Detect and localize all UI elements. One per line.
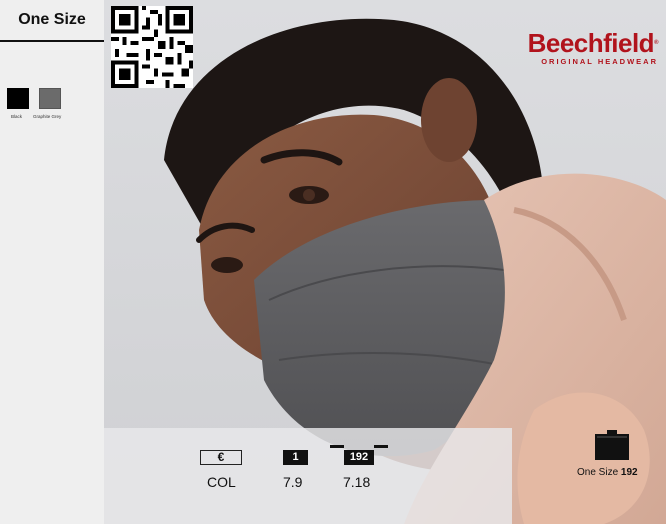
colour-swatch-black[interactable]: [7, 88, 29, 109]
brand-name: Beechfield: [527, 28, 655, 58]
carton-quantity: 192: [620, 467, 638, 478]
registered-mark: ®: [654, 40, 658, 46]
carton-info: One Size 192: [577, 467, 638, 478]
price-2: 7.18: [343, 474, 371, 490]
carton-bracket-right: [374, 445, 388, 448]
brand-tagline: ORIGINAL HEADWEAR: [541, 57, 658, 66]
colour-label-graphite-grey: Graphite Grey: [33, 114, 62, 119]
sidebar: One Size Black Graphite Grey: [0, 0, 104, 524]
row-label: COL: [207, 474, 236, 490]
currency-symbol: €: [200, 450, 242, 465]
carton-size: One Size: [577, 467, 619, 478]
size-title: One Size: [0, 0, 104, 42]
price-band: [104, 428, 512, 524]
price-1: 7.9: [283, 474, 303, 490]
quantity-header-1: 1: [283, 450, 308, 465]
carton-bracket-left: [330, 445, 344, 448]
colour-label-black: Black: [11, 114, 23, 119]
quantity-header-2: 192: [344, 450, 374, 465]
colour-swatch-graphite-grey[interactable]: [39, 88, 61, 109]
qr-code: [111, 6, 193, 88]
brand-logo: Beechfield® ORIGINAL HEADWEAR: [502, 28, 659, 66]
carton-box-icon: [595, 430, 629, 460]
